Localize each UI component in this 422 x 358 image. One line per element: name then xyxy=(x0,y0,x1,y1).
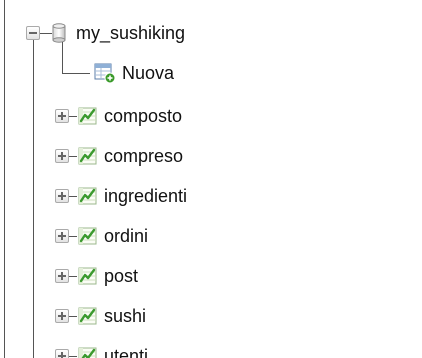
database-icon xyxy=(52,23,66,43)
tree-item-table[interactable]: post xyxy=(0,255,422,295)
tree-connector xyxy=(40,33,52,34)
tree-connector xyxy=(69,276,77,277)
table-icon xyxy=(78,307,97,325)
expand-toggle[interactable] xyxy=(55,309,69,323)
expand-toggle[interactable] xyxy=(55,109,69,123)
tree-item-table[interactable]: ordini xyxy=(0,215,422,255)
table-icon xyxy=(78,147,97,165)
navigation-tree: my_sushiking Nuova composto compreso ingre… xyxy=(0,0,422,358)
database-name[interactable]: my_sushiking xyxy=(76,22,185,44)
table-icon xyxy=(78,187,97,205)
tree-item-table[interactable]: utenti xyxy=(0,335,422,358)
expand-toggle[interactable] xyxy=(55,229,69,243)
table-icon xyxy=(78,107,97,125)
expand-toggle[interactable] xyxy=(55,189,69,203)
table-name[interactable]: compreso xyxy=(104,145,183,167)
table-name[interactable]: ordini xyxy=(104,225,148,247)
expand-toggle[interactable] xyxy=(55,269,69,283)
tree-connector xyxy=(69,356,77,357)
tree-connector xyxy=(62,73,90,74)
collapse-toggle[interactable] xyxy=(26,26,40,40)
expand-toggle[interactable] xyxy=(55,349,69,358)
table-name[interactable]: post xyxy=(104,265,138,287)
new-table-link[interactable]: Nuova xyxy=(122,62,174,84)
table-icon xyxy=(78,227,97,245)
table-name[interactable]: utenti xyxy=(104,345,148,358)
tree-item-table[interactable]: compreso xyxy=(0,135,422,175)
tree-connector xyxy=(69,236,77,237)
tree-connector xyxy=(69,156,77,157)
table-name[interactable]: composto xyxy=(104,105,182,127)
table-name[interactable]: ingredienti xyxy=(104,185,187,207)
tree-item-table[interactable]: sushi xyxy=(0,295,422,335)
table-name[interactable]: sushi xyxy=(104,305,146,327)
tree-connector-vertical xyxy=(62,42,63,74)
tree-connector xyxy=(69,196,77,197)
tree-connector xyxy=(69,116,77,117)
expand-toggle[interactable] xyxy=(55,149,69,163)
table-icon xyxy=(78,347,97,358)
tree-item-table[interactable]: composto xyxy=(0,95,422,135)
table-icon xyxy=(78,267,97,285)
tree-connector xyxy=(69,316,77,317)
tree-item-new[interactable]: Nuova xyxy=(0,42,422,92)
new-table-icon xyxy=(94,63,116,84)
tree-item-database[interactable]: my_sushiking xyxy=(0,12,422,52)
tree-item-table[interactable]: ingredienti xyxy=(0,175,422,215)
